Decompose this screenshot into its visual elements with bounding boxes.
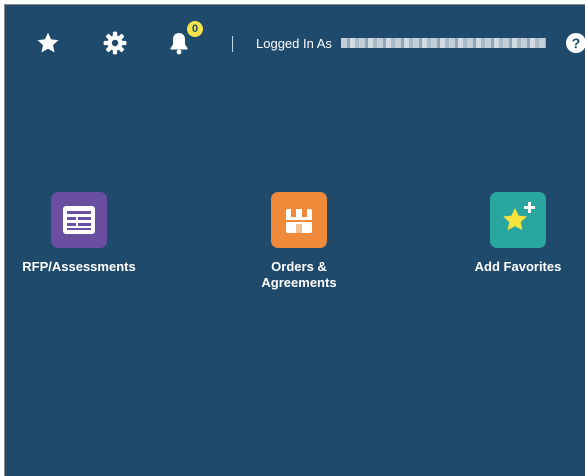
notification-count-badge: 0 bbox=[187, 21, 203, 37]
tile-label: Add Favorites bbox=[474, 259, 562, 274]
tile-add-favorites[interactable]: Add Favorites bbox=[458, 192, 578, 275]
header-divider bbox=[232, 36, 233, 52]
favorites-star-icon[interactable] bbox=[34, 29, 62, 57]
username-redacted bbox=[341, 38, 546, 48]
tile-label: Orders & Agreements bbox=[261, 259, 337, 290]
star-plus-icon bbox=[490, 192, 546, 248]
star-icon bbox=[37, 32, 59, 53]
bell-icon bbox=[170, 33, 188, 55]
tile-orders-agreements[interactable]: Orders & Agreements bbox=[239, 192, 359, 291]
help-icon[interactable]: ? bbox=[566, 33, 585, 53]
document-list-icon bbox=[51, 192, 107, 248]
package-icon bbox=[271, 192, 327, 248]
app-frame: 0 Logged In As ? RFP/Assessments Orders … bbox=[4, 4, 585, 476]
gear-icon bbox=[103, 31, 127, 55]
tile-label: RFP/Assessments bbox=[22, 259, 136, 274]
tile-rfp-assessments[interactable]: RFP/Assessments bbox=[19, 192, 139, 275]
settings-gear-icon[interactable] bbox=[101, 29, 129, 57]
logged-in-label: Logged In As bbox=[256, 36, 332, 51]
